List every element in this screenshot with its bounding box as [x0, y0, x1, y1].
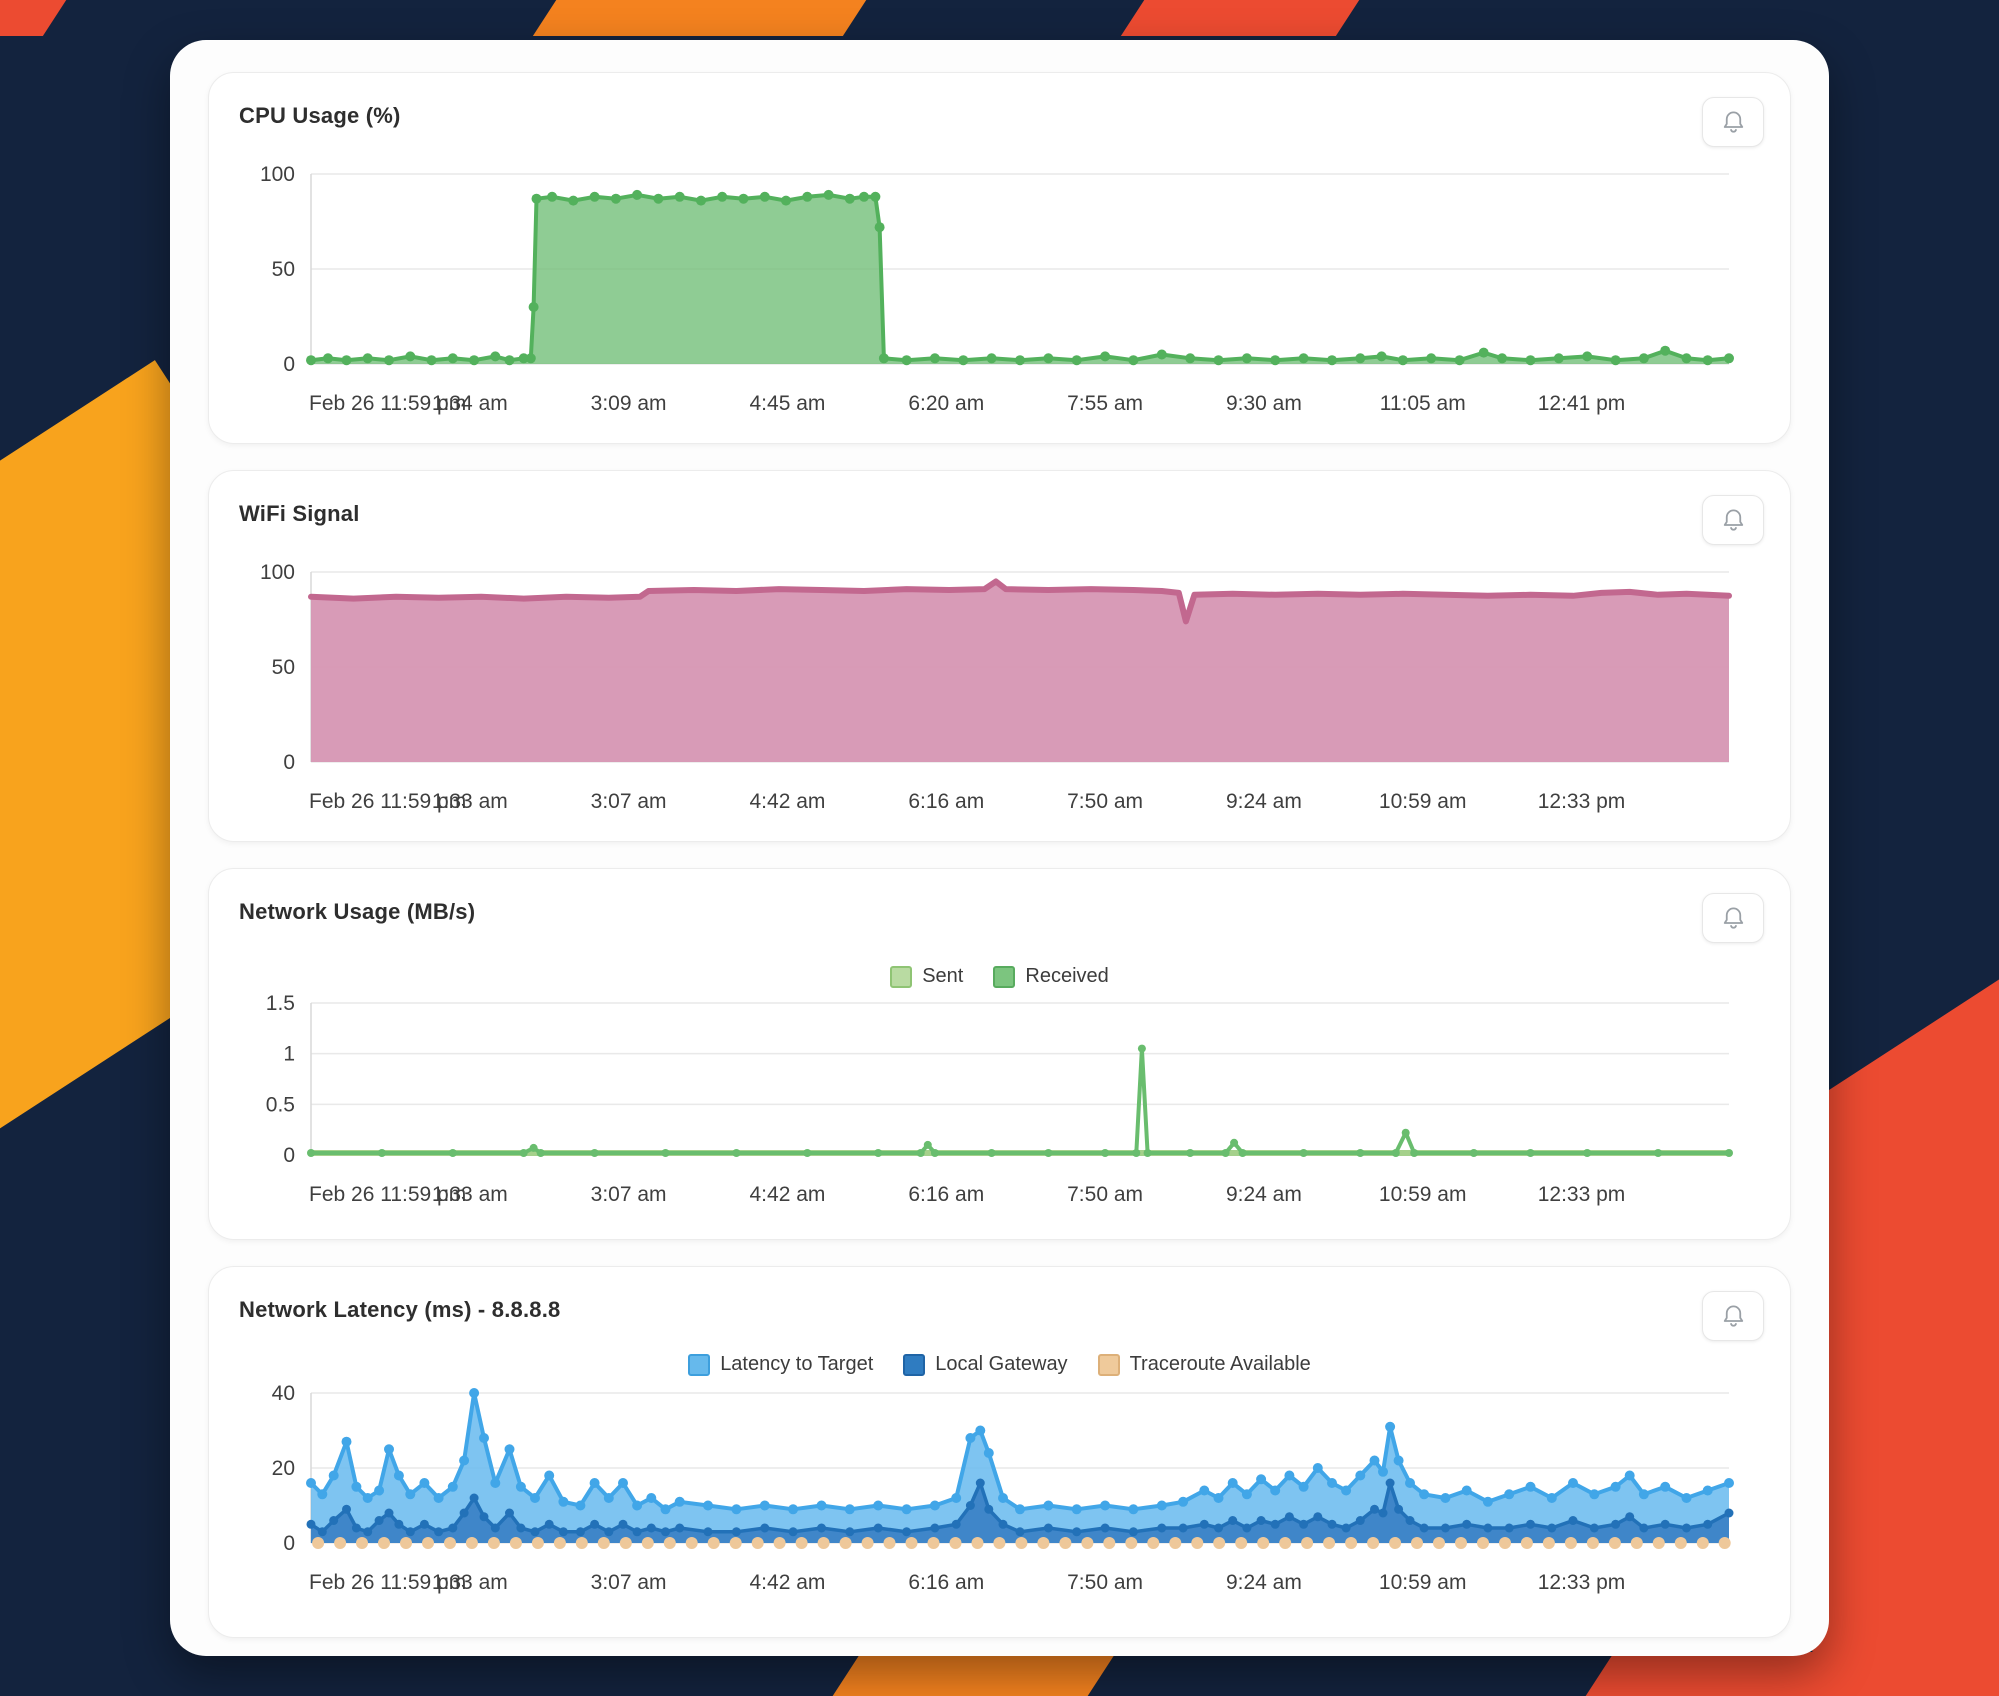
network-usage-panel: Network Usage (MB/s) Sent Received 1.5 1 0.…	[208, 868, 1791, 1240]
panel-title: CPU Usage (%)	[239, 103, 401, 129]
svg-text:9:24 am: 9:24 am	[1226, 790, 1302, 813]
svg-text:12:33 pm: 12:33 pm	[1538, 790, 1626, 813]
stripe-red-bottom	[1569, 1652, 1999, 1696]
svg-text:1:34 am: 1:34 am	[432, 392, 508, 415]
svg-text:3:07 am: 3:07 am	[591, 1571, 667, 1594]
svg-text:0: 0	[283, 1144, 295, 1167]
svg-text:6:20 am: 6:20 am	[908, 392, 984, 415]
svg-text:6:16 am: 6:16 am	[908, 790, 984, 813]
stripe-strip-top	[0, 0, 1999, 36]
panel-title: WiFi Signal	[239, 501, 360, 527]
svg-text:3:07 am: 3:07 am	[591, 1183, 667, 1206]
svg-text:11:05 am: 11:05 am	[1380, 392, 1466, 415]
svg-text:10:59 am: 10:59 am	[1379, 1183, 1467, 1206]
legend-swatch	[903, 1354, 925, 1376]
panel-title: Network Usage (MB/s)	[239, 899, 475, 925]
panel-title: Network Latency (ms) - 8.8.8.8	[239, 1297, 560, 1323]
svg-text:20: 20	[272, 1457, 295, 1480]
bell-icon	[1720, 507, 1747, 534]
bell-icon	[1720, 109, 1747, 136]
svg-text:50: 50	[272, 656, 295, 679]
wifi-signal-chart: 100500Feb 26 11:59 pm1:33 am3:07 am4:42 …	[239, 556, 1762, 836]
svg-text:40: 40	[272, 1382, 295, 1405]
legend-swatch	[993, 966, 1015, 988]
svg-text:4:45 am: 4:45 am	[750, 392, 826, 415]
svg-text:12:41 pm: 12:41 pm	[1538, 392, 1626, 415]
notification-bell-button[interactable]	[1702, 97, 1764, 147]
legend-swatch	[688, 1354, 710, 1376]
stripe-red-top-left	[0, 0, 79, 36]
svg-text:3:09 am: 3:09 am	[591, 392, 667, 415]
svg-text:3:07 am: 3:07 am	[591, 790, 667, 813]
svg-text:50: 50	[272, 258, 295, 281]
svg-text:0: 0	[283, 1532, 295, 1555]
svg-text:12:33 pm: 12:33 pm	[1538, 1571, 1626, 1594]
svg-text:0.5: 0.5	[266, 1093, 295, 1116]
legend-item[interactable]: Local Gateway	[903, 1353, 1067, 1376]
svg-text:0: 0	[283, 751, 295, 774]
stripe-orange-top	[511, 0, 879, 36]
stripe-strip-bottom	[0, 1652, 1999, 1696]
legend-label: Traceroute Available	[1130, 1353, 1311, 1376]
dashboard-card: CPU Usage (%) 100500Feb 26 11:59 pm1:34 …	[170, 40, 1829, 1656]
svg-text:1: 1	[283, 1043, 295, 1066]
svg-text:100: 100	[260, 163, 295, 186]
svg-text:6:16 am: 6:16 am	[908, 1571, 984, 1594]
wifi-signal-panel: WiFi Signal 100500Feb 26 11:59 pm1:33 am…	[208, 470, 1791, 842]
svg-text:7:50 am: 7:50 am	[1067, 1183, 1143, 1206]
legend-label: Latency to Target	[720, 1353, 873, 1376]
dashboard-background: CPU Usage (%) 100500Feb 26 11:59 pm1:34 …	[0, 0, 1999, 1696]
notification-bell-button[interactable]	[1702, 1291, 1764, 1341]
cpu-usage-panel: CPU Usage (%) 100500Feb 26 11:59 pm1:34 …	[208, 72, 1791, 444]
legend-swatch	[890, 966, 912, 988]
svg-text:10:59 am: 10:59 am	[1379, 790, 1467, 813]
cpu-usage-chart: 100500Feb 26 11:59 pm1:34 am3:09 am4:45 …	[239, 158, 1762, 438]
svg-text:1:33 am: 1:33 am	[432, 790, 508, 813]
network-usage-legend: Sent Received	[209, 965, 1790, 988]
svg-text:4:42 am: 4:42 am	[750, 1571, 826, 1594]
legend-item[interactable]: Received	[993, 965, 1108, 988]
network-latency-legend: Latency to Target Local Gateway Traceroute…	[209, 1353, 1790, 1376]
legend-item[interactable]: Sent	[890, 965, 963, 988]
svg-text:9:24 am: 9:24 am	[1226, 1183, 1302, 1206]
stripe-red-top-right	[1099, 0, 1372, 36]
stripe-orange-bottom	[816, 1652, 1129, 1696]
notification-bell-button[interactable]	[1702, 893, 1764, 943]
svg-text:9:24 am: 9:24 am	[1226, 1571, 1302, 1594]
legend-label: Sent	[922, 965, 963, 988]
bell-icon	[1720, 905, 1747, 932]
legend-label: Received	[1025, 965, 1108, 988]
legend-item[interactable]: Latency to Target	[688, 1353, 873, 1376]
svg-text:7:50 am: 7:50 am	[1067, 790, 1143, 813]
svg-text:4:42 am: 4:42 am	[750, 790, 826, 813]
bell-icon	[1720, 1303, 1747, 1330]
network-usage-chart: 1.510.50Feb 26 11:59 pm1:33 am3:07 am4:4…	[239, 989, 1762, 1229]
svg-text:1:33 am: 1:33 am	[432, 1571, 508, 1594]
svg-text:1:33 am: 1:33 am	[432, 1183, 508, 1206]
svg-text:7:55 am: 7:55 am	[1067, 392, 1143, 415]
network-latency-chart: 40200Feb 26 11:59 pm1:33 am3:07 am4:42 a…	[239, 1379, 1762, 1614]
svg-text:100: 100	[260, 561, 295, 584]
svg-text:9:30 am: 9:30 am	[1226, 392, 1302, 415]
svg-text:12:33 pm: 12:33 pm	[1538, 1183, 1626, 1206]
svg-text:4:42 am: 4:42 am	[750, 1183, 826, 1206]
legend-item[interactable]: Traceroute Available	[1098, 1353, 1311, 1376]
legend-label: Local Gateway	[935, 1353, 1067, 1376]
svg-text:7:50 am: 7:50 am	[1067, 1571, 1143, 1594]
notification-bell-button[interactable]	[1702, 495, 1764, 545]
svg-text:10:59 am: 10:59 am	[1379, 1571, 1467, 1594]
svg-text:1.5: 1.5	[266, 992, 295, 1015]
svg-text:0: 0	[283, 353, 295, 376]
legend-swatch	[1098, 1354, 1120, 1376]
network-latency-panel: Network Latency (ms) - 8.8.8.8 Latency t…	[208, 1266, 1791, 1638]
svg-text:6:16 am: 6:16 am	[908, 1183, 984, 1206]
